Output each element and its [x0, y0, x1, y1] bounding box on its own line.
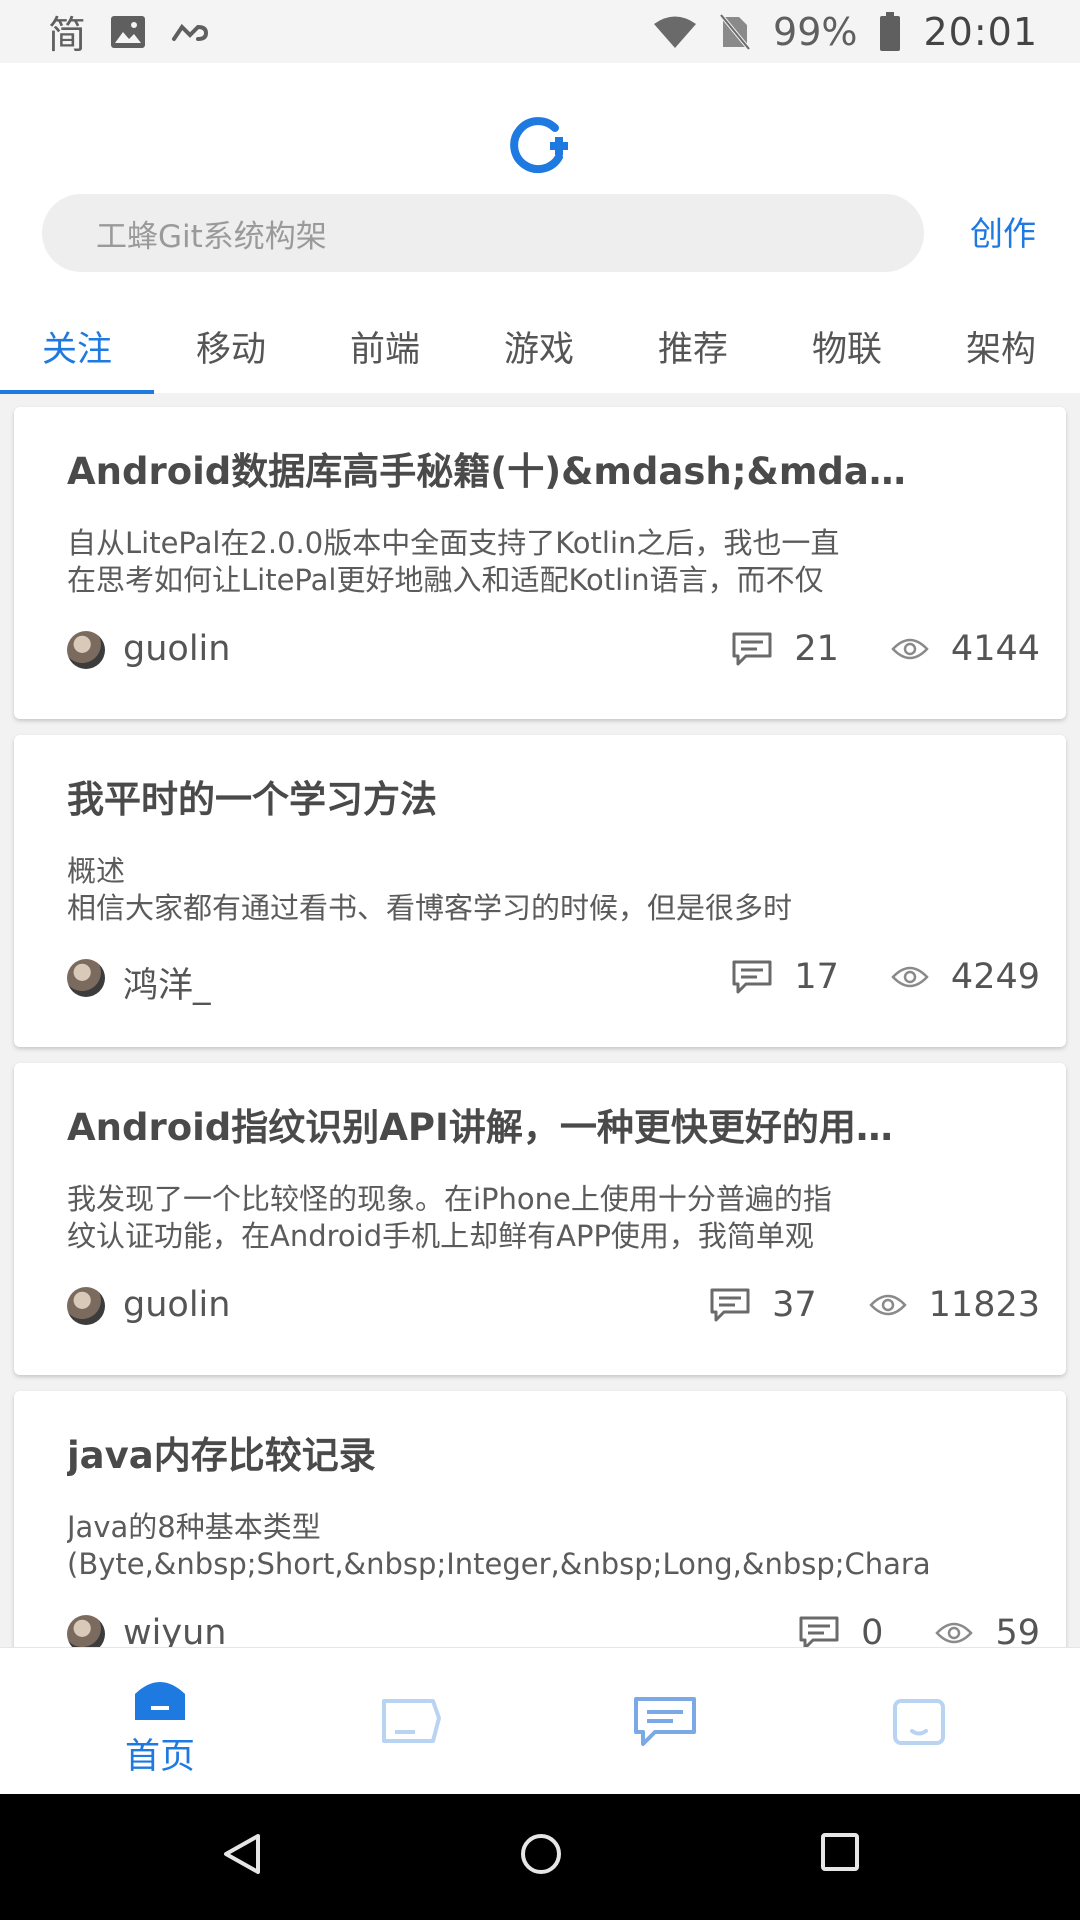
avatar[interactable]: [67, 1615, 105, 1647]
article-summary-line: 纹认证功能，在Android手机上却鲜有APP使用，我简单观: [67, 1219, 814, 1253]
eye-icon: [868, 1293, 907, 1317]
wifi-icon: [653, 15, 697, 49]
article-meta: guolin 37 11823: [67, 1285, 1040, 1331]
eye-icon: [935, 1621, 974, 1645]
ticket-icon: [381, 1698, 443, 1748]
author-name[interactable]: guolin: [123, 629, 230, 669]
search-input[interactable]: 工蜂Git系统构架: [42, 194, 924, 272]
article-summary: 概述 相信大家都有通过看书、看博客学习的时候，但是很多时: [67, 853, 947, 927]
tab-frontend[interactable]: 前端: [308, 303, 462, 393]
nav-profile[interactable]: [784, 1648, 1054, 1795]
article-stats: 21 4144: [732, 629, 1040, 669]
category-tabs: 关注 移动 前端 游戏 推荐 物联 架构: [0, 303, 1080, 394]
article-title: java内存比较记录: [67, 1434, 376, 1477]
battery-percent: 99%: [773, 9, 858, 54]
author-name[interactable]: 鸿洋_: [123, 957, 211, 1008]
avatar[interactable]: [67, 959, 105, 997]
article-summary-line: (Byte,&nbsp;Short,&nbsp;Integer,&nbsp;Lo…: [67, 1547, 931, 1581]
article-title: Android指纹识别API讲解，一种更快更好的用户体验: [67, 1106, 907, 1149]
message-icon: [633, 1696, 697, 1752]
back-icon[interactable]: [222, 1832, 262, 1880]
comment-icon: [799, 1616, 839, 1647]
comment-icon: [710, 1288, 750, 1322]
author-name[interactable]: wiyun: [123, 1613, 226, 1647]
app-logo-icon: [507, 113, 573, 179]
article-summary-line: 自从LitePal在2.0.0版本中全面支持了Kotlin之后，我也一直: [67, 526, 840, 560]
article-stats: 37 11823: [710, 1285, 1040, 1325]
view-count: 59: [995, 1613, 1040, 1647]
home-button-icon[interactable]: [519, 1832, 563, 1880]
search-placeholder: 工蜂Git系统构架: [96, 218, 327, 255]
status-bar: 简 99% 20:01: [0, 0, 1080, 63]
comment-icon: [732, 632, 772, 666]
article-meta: wiyun 0 59: [67, 1613, 1040, 1647]
article-card[interactable]: 我平时的一个学习方法 概述 相信大家都有通过看书、看博客学习的时候，但是很多时 …: [14, 735, 1066, 1047]
comment-count: 21: [794, 629, 839, 669]
article-title: Android数据库高手秘籍(十)&mdash;&mdash;: [67, 450, 907, 493]
home-icon: [131, 1676, 189, 1724]
avatar[interactable]: [67, 631, 105, 669]
system-navigation-bar: [0, 1794, 1080, 1920]
view-count: 11823: [928, 1285, 1040, 1325]
ime-indicator: 简: [48, 13, 87, 57]
article-summary-line: Java的8种基本类型: [67, 1510, 321, 1544]
article-list[interactable]: Android数据库高手秘籍(十)&mdash;&mdash; 自从LitePa…: [0, 393, 1080, 1647]
tab-mobile[interactable]: 移动: [154, 303, 308, 393]
article-summary: 自从LitePal在2.0.0版本中全面支持了Kotlin之后，我也一直 在思考…: [67, 525, 947, 599]
avatar[interactable]: [67, 1287, 105, 1325]
tab-follow[interactable]: 关注: [0, 303, 154, 394]
comment-count: 17: [794, 957, 839, 997]
article-meta: 鸿洋_ 17 4249: [67, 957, 1040, 1006]
app-header: 工蜂Git系统构架 创作 关注 移动 前端 游戏 推荐 物联 架构: [0, 63, 1080, 394]
article-stats: 0 59: [799, 1613, 1040, 1647]
article-meta: guolin 21 4144: [67, 629, 1040, 675]
create-button[interactable]: 创作: [970, 207, 1036, 255]
bottom-navigation: 首页: [0, 1647, 1080, 1795]
link-icon: [170, 21, 210, 43]
tab-recommend[interactable]: 推荐: [616, 303, 770, 393]
profile-icon: [892, 1698, 946, 1750]
article-stats: 17 4249: [732, 957, 1040, 997]
article-card[interactable]: Android指纹识别API讲解，一种更快更好的用户体验 我发现了一个比较怪的现…: [14, 1063, 1066, 1375]
eye-icon: [891, 637, 929, 661]
view-count: 4249: [950, 957, 1040, 997]
image-icon: [110, 15, 146, 49]
nav-discover[interactable]: [277, 1648, 547, 1795]
view-count: 4144: [950, 629, 1040, 669]
comment-count: 0: [861, 1613, 884, 1647]
tab-game[interactable]: 游戏: [462, 303, 616, 393]
tab-iot[interactable]: 物联: [770, 303, 924, 393]
article-summary: Java的8种基本类型 (Byte,&nbsp;Short,&nbsp;Inte…: [67, 1509, 947, 1583]
article-title: 我平时的一个学习方法: [67, 778, 437, 821]
nav-home-label: 首页: [124, 1737, 195, 1777]
no-sim-icon: [719, 13, 751, 51]
article-summary: 我发现了一个比较怪的现象。在iPhone上使用十分普遍的指 纹认证功能，在And…: [67, 1181, 947, 1255]
article-summary-line: 在思考如何让LitePal更好地融入和适配Kotlin语言，而不仅: [67, 563, 824, 597]
article-card[interactable]: Android数据库高手秘籍(十)&mdash;&mdash; 自从LitePa…: [14, 407, 1066, 719]
article-summary-line: 我发现了一个比较怪的现象。在iPhone上使用十分普遍的指: [67, 1182, 832, 1216]
nav-home[interactable]: 首页: [25, 1648, 295, 1795]
nav-messages[interactable]: [530, 1648, 800, 1795]
author-name[interactable]: guolin: [123, 1285, 230, 1325]
battery-icon: [879, 11, 901, 52]
eye-icon: [891, 965, 929, 989]
recents-icon[interactable]: [820, 1832, 860, 1876]
comment-icon: [732, 960, 772, 994]
article-summary-line: 概述: [67, 854, 126, 888]
clock: 20:01: [923, 9, 1038, 54]
article-summary-line: 相信大家都有通过看书、看博客学习的时候，但是很多时: [67, 891, 793, 925]
article-card[interactable]: java内存比较记录 Java的8种基本类型 (Byte,&nbsp;Short…: [14, 1391, 1066, 1647]
tab-architecture[interactable]: 架构: [924, 303, 1078, 393]
comment-count: 37: [772, 1285, 817, 1325]
